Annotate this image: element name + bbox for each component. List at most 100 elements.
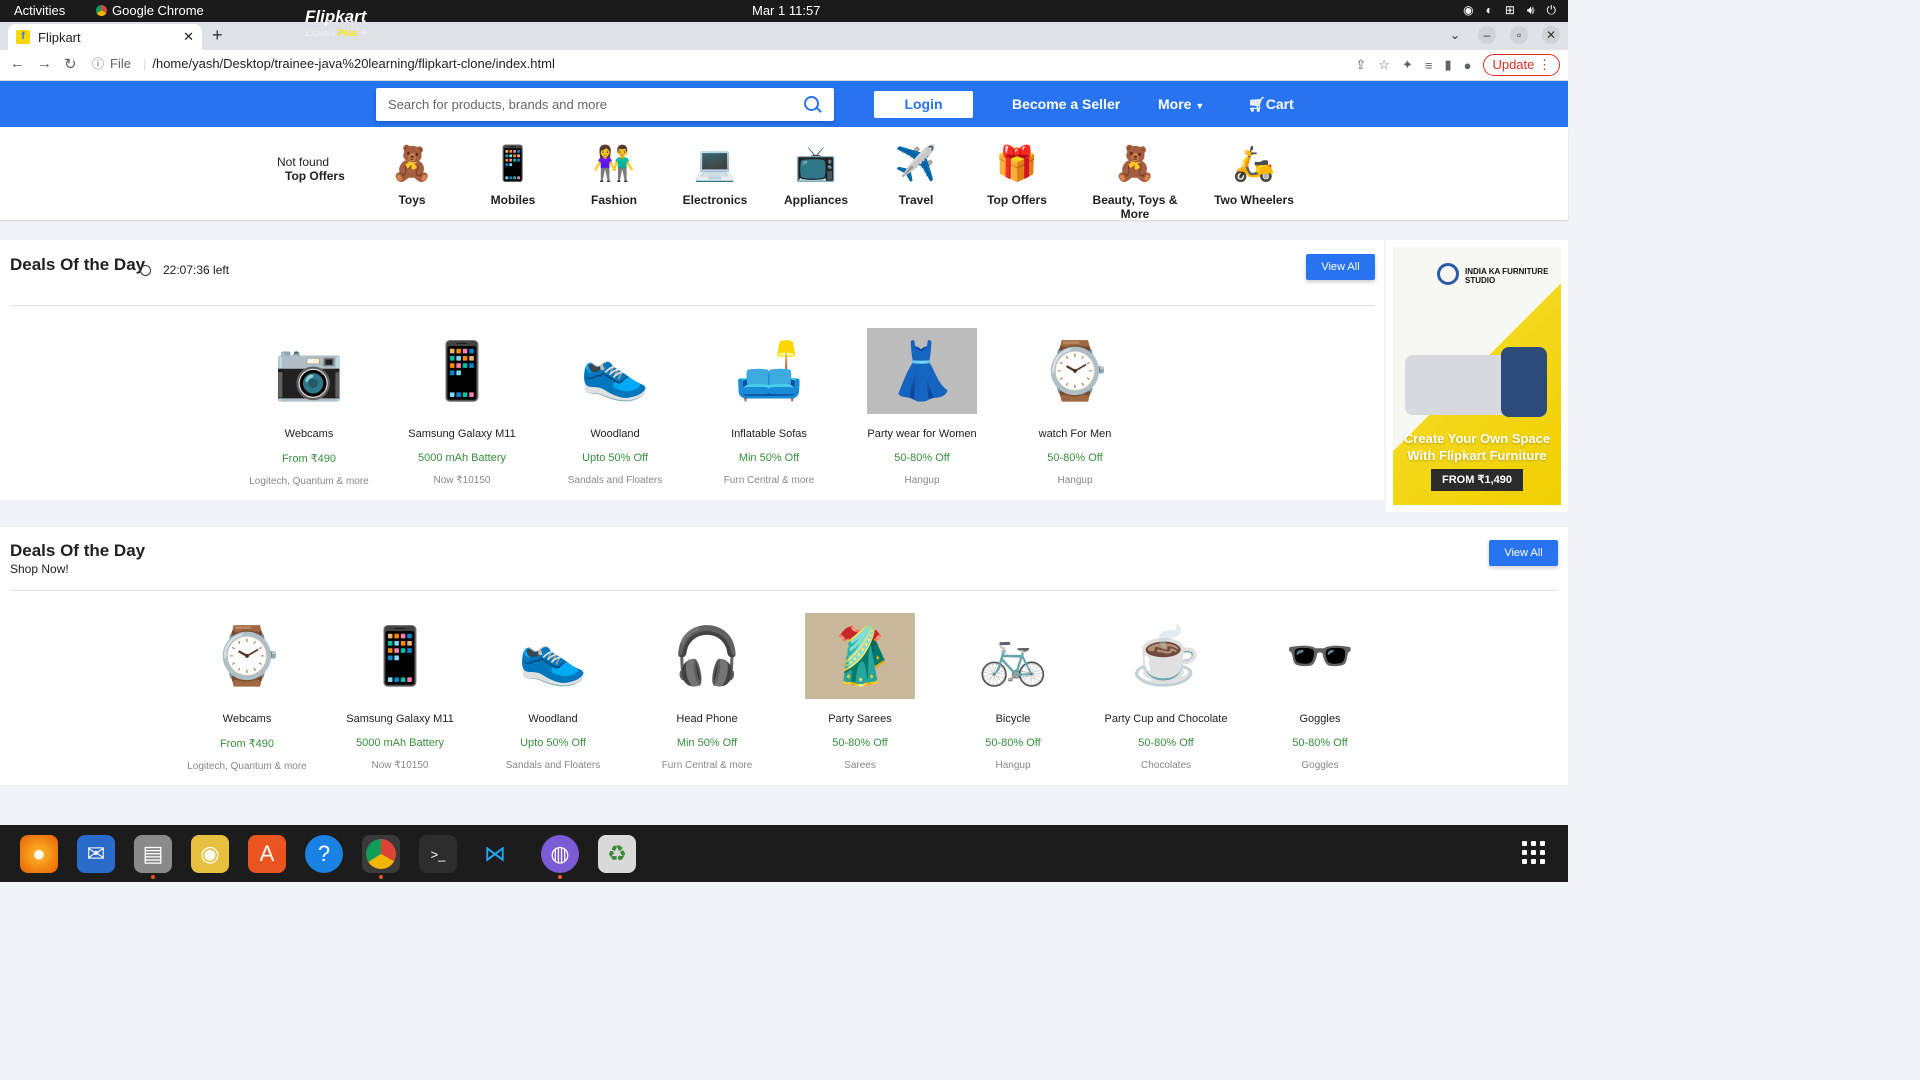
product-card[interactable]: 🎧 Head Phone Min 50% Off Furn Central & mor… bbox=[642, 613, 772, 771]
section-title: Deals Of the Day bbox=[10, 255, 146, 274]
more-dropdown[interactable]: More ▼ bbox=[1158, 96, 1204, 112]
site-info-icon[interactable]: ⓘ bbox=[92, 55, 104, 72]
night-light-icon[interactable]: ◐ bbox=[1486, 3, 1493, 18]
product-card[interactable]: 📷 Webcams From ₹490 Logitech, Quantum & mor… bbox=[244, 328, 374, 487]
software-icon[interactable]: A bbox=[248, 835, 286, 873]
product-card[interactable]: 🚲 Bicycle 50-80% Off Hangup bbox=[948, 613, 1078, 771]
profile-icon[interactable]: ● bbox=[1464, 58, 1472, 73]
search-input[interactable]: Search for products, brands and more bbox=[376, 88, 834, 121]
category-two-wheelers[interactable]: 🛵 Two Wheelers bbox=[1212, 141, 1296, 207]
product-card[interactable]: ☕ Party Cup and Chocolate 50-80% Off Chocol… bbox=[1101, 613, 1231, 771]
network-icon[interactable]: ⊞ bbox=[1505, 3, 1515, 18]
media-icon[interactable]: ≡ bbox=[1425, 58, 1433, 73]
firefox-icon[interactable]: ● bbox=[20, 835, 58, 873]
product-offer: From ₹490 bbox=[281, 453, 337, 465]
active-app-menu[interactable]: Google Chrome bbox=[96, 3, 204, 18]
help-icon[interactable]: ? bbox=[305, 835, 343, 873]
flipkart-favicon: f bbox=[16, 30, 30, 44]
rhythmbox-icon[interactable]: ◉ bbox=[191, 835, 229, 873]
vscode-icon[interactable]: ⋈ bbox=[476, 835, 514, 873]
trash-icon[interactable]: ♻ bbox=[598, 835, 636, 873]
cart-link[interactable]: 🛒︎Cart bbox=[1248, 96, 1294, 113]
phone-icon: 📱 bbox=[365, 624, 435, 687]
category-fashion[interactable]: 👫 Fashion bbox=[582, 141, 646, 207]
nav-buttons: ← → ↻ bbox=[10, 55, 77, 73]
product-card[interactable]: 👟 Woodland Upto 50% Off Sandals and Floater… bbox=[550, 328, 680, 486]
product-card[interactable]: ⌚ Webcams From ₹490 Logitech, Quantum & mor… bbox=[182, 613, 312, 772]
product-name: watch For Men bbox=[1038, 428, 1112, 440]
clock[interactable]: Mar 1 11:57 bbox=[752, 3, 820, 18]
ad-price: FROM ₹1,490 bbox=[1431, 469, 1523, 491]
maximize-button[interactable]: ▫ bbox=[1510, 26, 1528, 44]
product-name: Party Sarees bbox=[828, 713, 892, 725]
product-card[interactable]: 👗 Party wear for Women 50-80% Off Hangup bbox=[857, 328, 987, 486]
category-beauty-toys[interactable]: 🧸 Beauty, Toys & More bbox=[1080, 141, 1190, 221]
furniture-ad-banner[interactable]: INDIA KA FURNITURE STUDIO Create Your Ow… bbox=[1393, 247, 1561, 505]
category-appliances[interactable]: 📺 Appliances bbox=[782, 141, 850, 207]
terminal-icon[interactable]: >_ bbox=[419, 835, 457, 873]
system-tray[interactable]: ◉ ◐ ⊞ 🔊︎ ⏻ bbox=[1463, 3, 1556, 18]
chrome-icon[interactable] bbox=[362, 835, 400, 873]
close-tab-icon[interactable]: ✕ bbox=[183, 29, 194, 45]
search-icon[interactable] bbox=[804, 96, 819, 111]
tab-search-icon[interactable]: ⌄ bbox=[1446, 26, 1464, 44]
extensions-icon[interactable]: ✦ bbox=[1402, 57, 1413, 73]
url-text[interactable]: /home/yash/Desktop/trainee-java%20learni… bbox=[152, 56, 555, 71]
brand-logo-icon bbox=[1437, 263, 1459, 285]
category-top-offers[interactable]: Not found Top Offers bbox=[277, 155, 345, 183]
category-label: Travel bbox=[898, 193, 934, 207]
update-button[interactable]: Update ⋮ bbox=[1483, 54, 1560, 76]
product-card[interactable]: 📱 Samsung Galaxy M11 5000 mAh Battery Now ₹… bbox=[335, 613, 465, 771]
running-indicator bbox=[558, 875, 562, 879]
side-panel-icon[interactable]: ▮ bbox=[1444, 57, 1451, 73]
volume-icon[interactable]: 🔊︎ bbox=[1527, 3, 1535, 18]
product-name: Inflatable Sofas bbox=[731, 428, 807, 440]
become-seller-link[interactable]: Become a Seller bbox=[1012, 96, 1120, 112]
product-card[interactable]: 👟 Woodland Upto 50% Off Sandals and Floater… bbox=[488, 613, 618, 771]
product-card[interactable]: 🥻 Party Sarees 50-80% Off Sarees bbox=[795, 613, 925, 771]
tab-flipkart[interactable]: f Flipkart ✕ bbox=[8, 24, 202, 50]
product-name: Goggles bbox=[1299, 713, 1341, 725]
product-sub: Furn Central & more bbox=[723, 475, 815, 486]
view-all-button[interactable]: View All bbox=[1489, 540, 1558, 566]
product-name: Webcams bbox=[222, 713, 272, 725]
thunderbird-icon[interactable]: ✉ bbox=[77, 835, 115, 873]
product-card[interactable]: 📱 Samsung Galaxy M11 5000 mAh Battery Now ₹… bbox=[397, 328, 527, 486]
share-icon[interactable]: ⇪ bbox=[1355, 57, 1366, 73]
minimize-button[interactable]: – bbox=[1478, 26, 1496, 44]
files-icon[interactable]: ▤ bbox=[134, 835, 172, 873]
flipkart-logo[interactable]: Flipkart Explore Plus ✦ bbox=[305, 7, 367, 41]
tab-strip: f Flipkart ✕ + ⌄ – ▫ ✕ bbox=[0, 22, 1568, 50]
category-travel[interactable]: ✈️ Travel bbox=[884, 141, 948, 207]
category-mobiles[interactable]: 📱 Mobiles bbox=[481, 141, 545, 207]
category-top-offers-2[interactable]: 🎁 Top Offers bbox=[982, 141, 1052, 207]
forward-icon[interactable]: → bbox=[37, 55, 52, 73]
product-card[interactable]: 🛋️ Inflatable Sofas Min 50% Off Furn Centra… bbox=[704, 328, 834, 486]
category-electronics[interactable]: 💻 Electronics bbox=[680, 141, 750, 207]
product-offer: 50-80% Off bbox=[894, 452, 950, 464]
reload-icon[interactable]: ↻ bbox=[64, 55, 77, 73]
browser-icon[interactable]: ◍ bbox=[541, 835, 579, 873]
broken-image-alt: Not found bbox=[277, 155, 330, 169]
view-all-button[interactable]: View All bbox=[1306, 254, 1375, 280]
product-card[interactable]: 🕶️ Goggles 50-80% Off Goggles bbox=[1255, 613, 1385, 771]
logo-text: Flipkart bbox=[305, 7, 367, 26]
product-sub: Logitech, Quantum & more bbox=[187, 761, 307, 772]
product-card[interactable]: ⌚ watch For Men 50-80% Off Hangup bbox=[1010, 328, 1140, 486]
shoe-icon: 👟 bbox=[518, 624, 588, 687]
bookmark-star-icon[interactable]: ☆ bbox=[1378, 57, 1390, 73]
address-bar[interactable]: ⓘ File | /home/yash/Desktop/trainee-java… bbox=[92, 55, 555, 72]
product-offer: 50-80% Off bbox=[1292, 737, 1348, 749]
close-window-button[interactable]: ✕ bbox=[1542, 26, 1560, 44]
category-toys[interactable]: 🧸 Toys bbox=[380, 141, 444, 207]
laptop-icon: 💻 bbox=[693, 145, 737, 183]
back-icon[interactable]: ← bbox=[10, 55, 25, 73]
app-grid-icon[interactable] bbox=[1522, 841, 1545, 864]
product-offer: Min 50% Off bbox=[676, 737, 738, 749]
activities-button[interactable]: Activities bbox=[14, 3, 65, 18]
power-icon[interactable]: ⏻ bbox=[1547, 3, 1557, 18]
scooter-icon: 🛵 bbox=[1232, 145, 1276, 183]
new-tab-button[interactable]: + bbox=[212, 25, 223, 46]
login-button[interactable]: Login bbox=[874, 91, 973, 118]
chrome-tray-icon[interactable]: ◉ bbox=[1463, 3, 1473, 18]
